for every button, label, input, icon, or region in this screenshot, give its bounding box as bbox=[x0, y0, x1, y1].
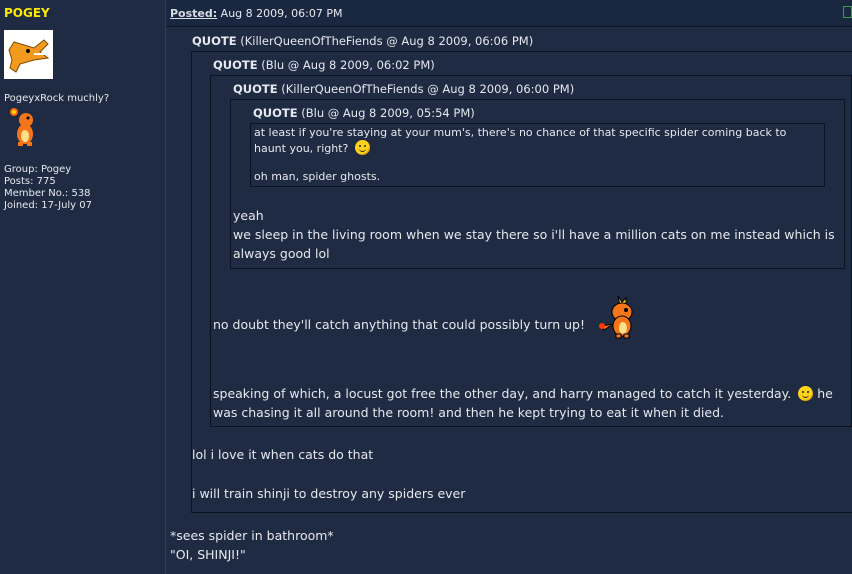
charmander-sprite-icon bbox=[596, 294, 640, 340]
quote-label: QUOTE bbox=[233, 82, 278, 96]
crocodile-avatar-icon bbox=[4, 30, 53, 79]
author-member-no: Member No.: 538 bbox=[4, 188, 91, 199]
posted-label[interactable]: Posted: bbox=[170, 7, 217, 20]
quote-text: always good lol bbox=[233, 246, 330, 261]
author-posts: Posts: 775 bbox=[4, 176, 56, 187]
quote-header: QUOTE (KillerQueenOfTheFiends @ Aug 8 20… bbox=[233, 82, 574, 96]
quote-text: i will train shinji to destroy any spide… bbox=[192, 486, 466, 501]
charmander-badge-icon bbox=[6, 104, 40, 150]
quote-text: at least if you're staying at your mum's… bbox=[254, 126, 787, 139]
post-meta: Posted: Aug 8 2009, 06:07 PM bbox=[170, 7, 342, 20]
quote-meta: (KillerQueenOfTheFiends @ Aug 8 2009, 06… bbox=[240, 34, 534, 48]
author-stats: Group: Pogey Posts: 775 Member No.: 538 … bbox=[4, 164, 92, 212]
smiley-icon bbox=[354, 140, 370, 155]
quote-text: oh man, spider ghosts. bbox=[254, 170, 381, 183]
author-joined: Joined: 17-July 07 bbox=[4, 200, 93, 211]
quote-meta: (Blu @ Aug 8 2009, 05:54 PM) bbox=[301, 106, 475, 120]
quote-meta: (Blu @ Aug 8 2009, 06:02 PM) bbox=[261, 58, 435, 72]
quote-text: we sleep in the living room when we stay… bbox=[233, 227, 835, 242]
author-group: Group: Pogey bbox=[4, 164, 72, 175]
author-tagline: PogeyxRock muchly? bbox=[4, 93, 110, 104]
quote-text: haunt you, right? bbox=[254, 140, 370, 156]
quote-header: QUOTE (KillerQueenOfTheFiends @ Aug 8 20… bbox=[192, 34, 533, 48]
quote-label: QUOTE bbox=[253, 106, 298, 120]
reply-text: "OI, SHINJI!" bbox=[170, 547, 246, 562]
post-options-icon[interactable] bbox=[843, 6, 852, 18]
quote-text: was chasing it all around the room! and … bbox=[213, 405, 724, 420]
quote-text-line: he bbox=[817, 386, 833, 401]
quote-text-line: haunt you, right? bbox=[254, 142, 349, 155]
quote-header: QUOTE (Blu @ Aug 8 2009, 06:02 PM) bbox=[213, 58, 435, 72]
quote-label: QUOTE bbox=[192, 34, 237, 48]
quote-header: QUOTE (Blu @ Aug 8 2009, 05:54 PM) bbox=[253, 106, 475, 120]
posted-date: Aug 8 2009, 06:07 PM bbox=[220, 7, 343, 20]
quote-text-line: speaking of which, a locust got free the… bbox=[213, 386, 792, 401]
quote-meta: (KillerQueenOfTheFiends @ Aug 8 2009, 06… bbox=[281, 82, 575, 96]
quote-text: no doubt they'll catch anything that cou… bbox=[213, 317, 585, 332]
author-name[interactable]: POGEY bbox=[4, 6, 50, 20]
reply-text: *sees spider in bathroom* bbox=[170, 528, 334, 543]
smiley-icon bbox=[798, 386, 814, 401]
quote-text: speaking of which, a locust got free the… bbox=[213, 384, 833, 403]
author-sidebar: POGEY PogeyxRock muchly? Group: Pogey Po… bbox=[0, 0, 166, 574]
quote-text: yeah bbox=[233, 208, 264, 223]
quote-text: lol i love it when cats do that bbox=[192, 447, 374, 462]
quote-label: QUOTE bbox=[213, 58, 258, 72]
